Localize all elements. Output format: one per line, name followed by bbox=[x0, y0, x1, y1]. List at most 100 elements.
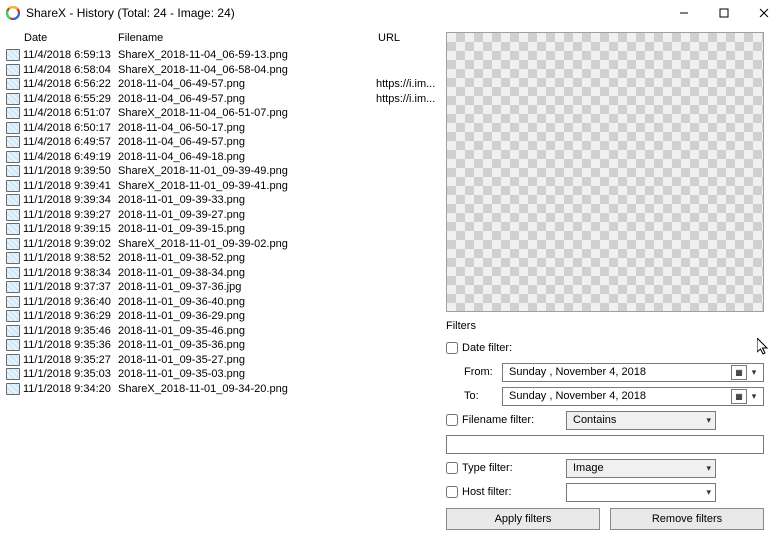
image-icon bbox=[6, 136, 20, 148]
chevron-down-icon: ▾ bbox=[706, 487, 711, 498]
close-button[interactable] bbox=[744, 0, 784, 26]
image-icon bbox=[6, 281, 20, 293]
calendar-icon[interactable]: ▦ bbox=[731, 365, 747, 380]
cell-filename: 2018-11-01_09-35-46.png bbox=[118, 325, 376, 337]
filename-filter-label[interactable]: Filename filter: bbox=[446, 414, 566, 426]
date-filter-label[interactable]: Date filter: bbox=[446, 342, 566, 354]
cell-filename: 2018-11-01_09-38-34.png bbox=[118, 267, 376, 279]
host-filter-label[interactable]: Host filter: bbox=[446, 486, 566, 498]
cell-date: 11/4/2018 6:51:07 bbox=[23, 107, 118, 119]
table-row[interactable]: 11/4/2018 6:49:572018-11-04_06-49-57.png bbox=[6, 135, 442, 150]
cell-filename: 2018-11-01_09-36-40.png bbox=[118, 296, 376, 308]
cell-filename: ShareX_2018-11-01_09-34-20.png bbox=[118, 383, 376, 395]
cell-date: 11/1/2018 9:39:02 bbox=[23, 238, 118, 250]
cell-date: 11/1/2018 9:35:36 bbox=[23, 339, 118, 351]
history-rows: 11/4/2018 6:59:13ShareX_2018-11-04_06-59… bbox=[6, 48, 442, 396]
chevron-down-icon: ▾ bbox=[706, 415, 711, 426]
chevron-down-icon: ▾ bbox=[706, 463, 711, 474]
image-icon bbox=[6, 64, 20, 76]
image-icon bbox=[6, 267, 20, 279]
chevron-down-icon[interactable]: ▾ bbox=[747, 391, 761, 402]
table-row[interactable]: 11/1/2018 9:36:292018-11-01_09-36-29.png bbox=[6, 309, 442, 324]
window-title: ShareX - History (Total: 24 - Image: 24) bbox=[26, 6, 664, 20]
to-date-picker[interactable]: Sunday , November 4, 2018 ▦ ▾ bbox=[502, 387, 764, 406]
remove-filters-button[interactable]: Remove filters bbox=[610, 508, 764, 530]
to-label: To: bbox=[446, 390, 502, 402]
cell-filename: 2018-11-04_06-49-18.png bbox=[118, 151, 376, 163]
cell-date: 11/1/2018 9:39:50 bbox=[23, 165, 118, 177]
cell-filename: 2018-11-04_06-50-17.png bbox=[118, 122, 376, 134]
cell-date: 11/1/2018 9:39:15 bbox=[23, 223, 118, 235]
apply-filters-button[interactable]: Apply filters bbox=[446, 508, 600, 530]
table-row[interactable]: 11/1/2018 9:36:402018-11-01_09-36-40.png bbox=[6, 295, 442, 310]
table-row[interactable]: 11/1/2018 9:34:20ShareX_2018-11-01_09-34… bbox=[6, 382, 442, 397]
image-icon bbox=[6, 252, 20, 264]
column-header-url[interactable]: URL bbox=[378, 32, 442, 44]
cell-date: 11/1/2018 9:39:34 bbox=[23, 194, 118, 206]
table-row[interactable]: 11/1/2018 9:39:272018-11-01_09-39-27.png bbox=[6, 208, 442, 223]
column-header-date[interactable]: Date bbox=[24, 32, 118, 44]
table-row[interactable]: 11/4/2018 6:51:07ShareX_2018-11-04_06-51… bbox=[6, 106, 442, 121]
cell-filename: 2018-11-01_09-39-33.png bbox=[118, 194, 376, 206]
image-icon bbox=[6, 310, 20, 322]
table-row[interactable]: 11/4/2018 6:49:192018-11-04_06-49-18.png bbox=[6, 150, 442, 165]
cell-date: 11/1/2018 9:37:37 bbox=[23, 281, 118, 293]
from-date-picker[interactable]: Sunday , November 4, 2018 ▦ ▾ bbox=[502, 363, 764, 382]
table-row[interactable]: 11/4/2018 6:56:222018-11-04_06-49-57.png… bbox=[6, 77, 442, 92]
table-row[interactable]: 11/1/2018 9:39:342018-11-01_09-39-33.png bbox=[6, 193, 442, 208]
image-icon bbox=[6, 223, 20, 235]
host-filter-combo[interactable]: ▾ bbox=[566, 483, 716, 502]
cell-filename: 2018-11-04_06-49-57.png bbox=[118, 136, 376, 148]
cell-date: 11/4/2018 6:50:17 bbox=[23, 122, 118, 134]
type-filter-checkbox[interactable] bbox=[446, 462, 458, 474]
cell-filename: 2018-11-01_09-35-27.png bbox=[118, 354, 376, 366]
calendar-icon[interactable]: ▦ bbox=[731, 389, 747, 404]
column-header-filename[interactable]: Filename bbox=[118, 32, 378, 44]
history-list-panel: Date Filename URL 11/4/2018 6:59:13Share… bbox=[0, 26, 442, 536]
table-row[interactable]: 11/1/2018 9:37:372018-11-01_09-37-36.jpg bbox=[6, 280, 442, 295]
image-icon bbox=[6, 180, 20, 192]
table-row[interactable]: 11/1/2018 9:38:342018-11-01_09-38-34.png bbox=[6, 266, 442, 281]
cell-filename: 2018-11-01_09-39-15.png bbox=[118, 223, 376, 235]
cell-date: 11/4/2018 6:56:22 bbox=[23, 78, 118, 90]
filename-filter-checkbox[interactable] bbox=[446, 414, 458, 426]
table-row[interactable]: 11/1/2018 9:39:02ShareX_2018-11-01_09-39… bbox=[6, 237, 442, 252]
column-headers[interactable]: Date Filename URL bbox=[6, 30, 442, 48]
cell-filename: 2018-11-04_06-49-57.png bbox=[118, 93, 376, 105]
image-icon bbox=[6, 325, 20, 337]
image-icon bbox=[6, 209, 20, 221]
table-row[interactable]: 11/4/2018 6:55:292018-11-04_06-49-57.png… bbox=[6, 92, 442, 107]
host-filter-checkbox[interactable] bbox=[446, 486, 458, 498]
cell-filename: ShareX_2018-11-01_09-39-49.png bbox=[118, 165, 376, 177]
table-row[interactable]: 11/1/2018 9:39:50ShareX_2018-11-01_09-39… bbox=[6, 164, 442, 179]
table-row[interactable]: 11/1/2018 9:35:462018-11-01_09-35-46.png bbox=[6, 324, 442, 339]
table-row[interactable]: 11/1/2018 9:35:272018-11-01_09-35-27.png bbox=[6, 353, 442, 368]
minimize-button[interactable] bbox=[664, 0, 704, 26]
cell-filename: 2018-11-01_09-38-52.png bbox=[118, 252, 376, 264]
titlebar: ShareX - History (Total: 24 - Image: 24) bbox=[0, 0, 784, 26]
type-filter-combo[interactable]: Image ▾ bbox=[566, 459, 716, 478]
table-row[interactable]: 11/1/2018 9:39:152018-11-01_09-39-15.png bbox=[6, 222, 442, 237]
maximize-button[interactable] bbox=[704, 0, 744, 26]
type-filter-label[interactable]: Type filter: bbox=[446, 462, 566, 474]
cell-date: 11/1/2018 9:39:27 bbox=[23, 209, 118, 221]
cell-date: 11/1/2018 9:38:52 bbox=[23, 252, 118, 264]
table-row[interactable]: 11/4/2018 6:50:172018-11-04_06-50-17.png bbox=[6, 121, 442, 136]
image-icon bbox=[6, 151, 20, 163]
table-row[interactable]: 11/1/2018 9:35:362018-11-01_09-35-36.png bbox=[6, 338, 442, 353]
cell-date: 11/1/2018 9:35:27 bbox=[23, 354, 118, 366]
table-row[interactable]: 11/4/2018 6:59:13ShareX_2018-11-04_06-59… bbox=[6, 48, 442, 63]
table-row[interactable]: 11/4/2018 6:58:04ShareX_2018-11-04_06-58… bbox=[6, 63, 442, 78]
cell-filename: 2018-11-01_09-37-36.jpg bbox=[118, 281, 376, 293]
filename-filter-input[interactable] bbox=[446, 435, 764, 454]
image-icon bbox=[6, 107, 20, 119]
cell-date: 11/4/2018 6:49:57 bbox=[23, 136, 118, 148]
table-row[interactable]: 11/1/2018 9:38:522018-11-01_09-38-52.png bbox=[6, 251, 442, 266]
date-filter-checkbox[interactable] bbox=[446, 342, 458, 354]
table-row[interactable]: 11/1/2018 9:39:41ShareX_2018-11-01_09-39… bbox=[6, 179, 442, 194]
table-row[interactable]: 11/1/2018 9:35:032018-11-01_09-35-03.png bbox=[6, 367, 442, 382]
cell-filename: 2018-11-01_09-35-36.png bbox=[118, 339, 376, 351]
filename-mode-combo[interactable]: Contains ▾ bbox=[566, 411, 716, 430]
chevron-down-icon[interactable]: ▾ bbox=[747, 367, 761, 378]
image-icon bbox=[6, 93, 20, 105]
